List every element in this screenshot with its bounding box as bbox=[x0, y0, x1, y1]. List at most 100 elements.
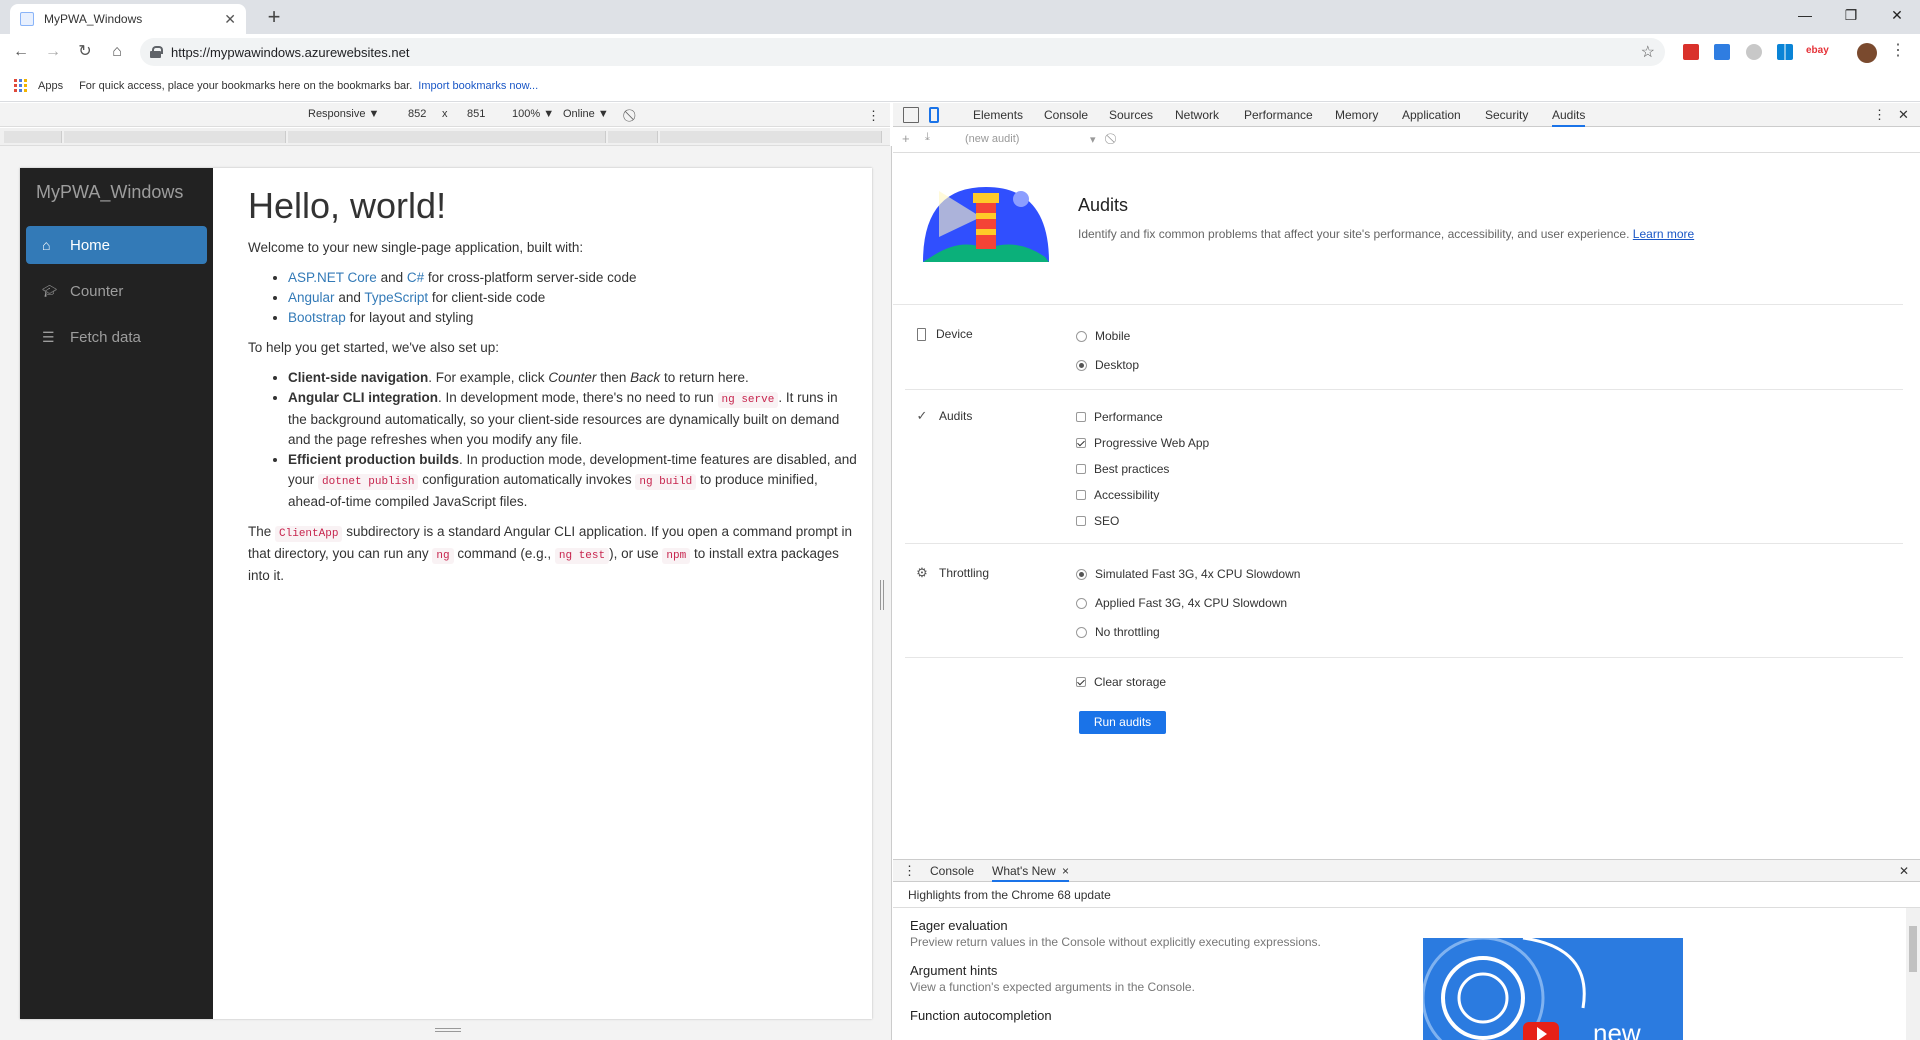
csharp-link[interactable]: C# bbox=[407, 270, 424, 285]
audit-accessibility-option[interactable]: Accessibility bbox=[1076, 488, 1159, 502]
radio-applied[interactable] bbox=[1076, 597, 1087, 609]
typescript-link[interactable]: TypeScript bbox=[364, 290, 428, 305]
viewport-height-input[interactable]: 851 bbox=[467, 108, 485, 120]
ext-grey-icon[interactable] bbox=[1746, 44, 1762, 60]
chrome-menu-icon[interactable]: ⋮ bbox=[1890, 40, 1906, 60]
bootstrap-link[interactable]: Bootstrap bbox=[288, 310, 346, 325]
tab-elements[interactable]: Elements bbox=[973, 103, 1023, 127]
tab-application[interactable]: Application bbox=[1402, 103, 1461, 127]
restore-button[interactable]: ❐ bbox=[1828, 0, 1874, 30]
device-toggle-icon[interactable] bbox=[929, 107, 939, 123]
whats-new-item[interactable]: Function autocompletion bbox=[910, 1008, 1052, 1023]
devtools-close-icon[interactable]: ✕ bbox=[1898, 103, 1909, 127]
ext-blue-d-icon[interactable] bbox=[1714, 44, 1730, 60]
ext-red-icon[interactable] bbox=[1683, 44, 1699, 60]
device-label: Device bbox=[915, 327, 973, 341]
drawer-tab-console[interactable]: Console bbox=[930, 860, 974, 882]
url-text[interactable]: https://mypwawindows.azurewebsites.net bbox=[171, 45, 1641, 60]
inspect-element-icon[interactable] bbox=[903, 107, 919, 123]
apps-link[interactable]: Apps bbox=[38, 80, 63, 92]
browser-tab[interactable]: MyPWA_Windows ✕ bbox=[10, 4, 246, 34]
viewport-width-input[interactable]: 852 bbox=[408, 108, 426, 120]
apps-grid-icon[interactable] bbox=[14, 78, 28, 93]
checkbox-best-practices[interactable] bbox=[1076, 464, 1086, 474]
profile-avatar[interactable] bbox=[1857, 43, 1877, 63]
app-brand[interactable]: MyPWA_Windows bbox=[36, 182, 183, 203]
checkbox-seo[interactable] bbox=[1076, 516, 1086, 526]
address-bar[interactable]: https://mypwawindows.azurewebsites.net ☆ bbox=[140, 38, 1665, 66]
resize-handle-vertical[interactable] bbox=[880, 580, 884, 610]
drawer-menu-icon[interactable]: ⋮ bbox=[903, 860, 916, 882]
audit-select-arrow-icon[interactable]: ▾ bbox=[1090, 133, 1096, 146]
learn-more-link[interactable]: Learn more bbox=[1633, 227, 1694, 241]
new-tab-button[interactable]: + bbox=[260, 4, 288, 30]
throttling-simulated-option[interactable]: Simulated Fast 3G, 4x CPU Slowdown bbox=[1076, 567, 1300, 581]
list-text: and bbox=[380, 270, 404, 285]
tab-console[interactable]: Console bbox=[1044, 103, 1088, 127]
ext-ebay-icon[interactable]: ebay bbox=[1806, 45, 1829, 56]
audits-section: ✓ Audits Performance Progressive Web App… bbox=[905, 390, 1903, 544]
nav-item-fetch-data[interactable]: ☰ Fetch data bbox=[26, 318, 207, 356]
devtools-menu-icon[interactable]: ⋮ bbox=[1873, 103, 1886, 127]
radio-simulated[interactable] bbox=[1076, 568, 1087, 580]
home-button[interactable]: ⌂ bbox=[104, 40, 130, 64]
clear-storage-option[interactable]: Clear storage bbox=[1076, 675, 1166, 689]
tab-security[interactable]: Security bbox=[1485, 103, 1528, 127]
tab-performance[interactable]: Performance bbox=[1244, 103, 1313, 127]
forward-button[interactable]: → bbox=[40, 40, 66, 64]
reload-button[interactable]: ↻ bbox=[72, 40, 98, 64]
radio-no-throttling[interactable] bbox=[1076, 626, 1087, 638]
tab-memory[interactable]: Memory bbox=[1335, 103, 1378, 127]
network-select[interactable]: Online ▼ bbox=[563, 108, 609, 120]
audits-toolbar: + ⤓ (new audit) ▾ ⃠ bbox=[893, 127, 1920, 153]
tab-network[interactable]: Network bbox=[1175, 103, 1219, 127]
download-report-icon[interactable]: ⤓ bbox=[925, 131, 930, 144]
whats-new-video-thumbnail[interactable]: new bbox=[1423, 938, 1683, 1040]
angular-link[interactable]: Angular bbox=[288, 290, 335, 305]
device-mode-select[interactable]: Responsive ▼ bbox=[308, 108, 379, 120]
run-audits-button[interactable]: Run audits bbox=[1079, 711, 1166, 734]
device-mobile-option[interactable]: Mobile bbox=[1076, 329, 1130, 343]
checkbox-accessibility[interactable] bbox=[1076, 490, 1086, 500]
audit-seo-option[interactable]: SEO bbox=[1076, 514, 1119, 528]
device-desktop-option[interactable]: Desktop bbox=[1076, 358, 1139, 372]
checkbox-performance[interactable] bbox=[1076, 412, 1086, 422]
radio-desktop[interactable] bbox=[1076, 359, 1087, 371]
whats-new-close-icon[interactable]: × bbox=[1062, 864, 1069, 878]
emulated-page: MyPWA_Windows ⌂ Home 🎓︎ Counter ☰ Fetch … bbox=[20, 168, 872, 1019]
media-query-ruler[interactable] bbox=[0, 128, 890, 146]
drawer-close-icon[interactable]: ✕ bbox=[1899, 860, 1909, 882]
audit-performance-option[interactable]: Performance bbox=[1076, 410, 1163, 424]
add-audit-icon[interactable]: + bbox=[902, 131, 910, 146]
tab-close-icon[interactable]: ✕ bbox=[224, 11, 236, 28]
ext-windows-icon[interactable] bbox=[1777, 44, 1793, 60]
back-button[interactable]: ← bbox=[8, 40, 34, 64]
page-heading: Hello, world! bbox=[248, 185, 447, 226]
device-toolbar-more-icon[interactable]: ⋮ bbox=[867, 108, 880, 124]
drawer-tab-whats-new[interactable]: What's New × bbox=[992, 860, 1069, 882]
checkbox-pwa[interactable] bbox=[1076, 438, 1086, 448]
checkbox-clear-storage[interactable] bbox=[1076, 677, 1086, 687]
whats-new-item[interactable]: Eager evaluation Preview return values i… bbox=[910, 918, 1321, 949]
nav-item-counter[interactable]: 🎓︎ Counter bbox=[26, 272, 207, 310]
minimize-button[interactable]: — bbox=[1782, 0, 1828, 30]
bookmark-star-icon[interactable]: ☆ bbox=[1641, 42, 1655, 62]
nav-item-home[interactable]: ⌂ Home bbox=[26, 226, 207, 264]
aspnet-link[interactable]: ASP.NET Core bbox=[288, 270, 377, 285]
whats-new-item[interactable]: Argument hints View a function's expecte… bbox=[910, 963, 1195, 994]
throttling-applied-option[interactable]: Applied Fast 3G, 4x CPU Slowdown bbox=[1076, 596, 1287, 610]
tab-sources[interactable]: Sources bbox=[1109, 103, 1153, 127]
drawer-scrollbar[interactable] bbox=[1906, 908, 1920, 1040]
tab-audits[interactable]: Audits bbox=[1552, 103, 1586, 127]
zoom-select[interactable]: 100% ▼ bbox=[512, 108, 554, 120]
close-window-button[interactable]: ✕ bbox=[1874, 0, 1920, 30]
throttling-none-option[interactable]: No throttling bbox=[1076, 625, 1160, 639]
audit-best-practices-option[interactable]: Best practices bbox=[1076, 462, 1169, 476]
radio-mobile[interactable] bbox=[1076, 330, 1087, 342]
audit-select[interactable]: (new audit) bbox=[965, 133, 1019, 145]
throttling-section: ⚙ Throttling Simulated Fast 3G, 4x CPU S… bbox=[905, 544, 1903, 658]
list-item: Client-side navigation. For example, cli… bbox=[288, 368, 858, 388]
import-bookmarks-link[interactable]: Import bookmarks now... bbox=[418, 80, 538, 92]
audit-pwa-option[interactable]: Progressive Web App bbox=[1076, 436, 1209, 450]
resize-handle-horizontal[interactable] bbox=[435, 1028, 461, 1032]
